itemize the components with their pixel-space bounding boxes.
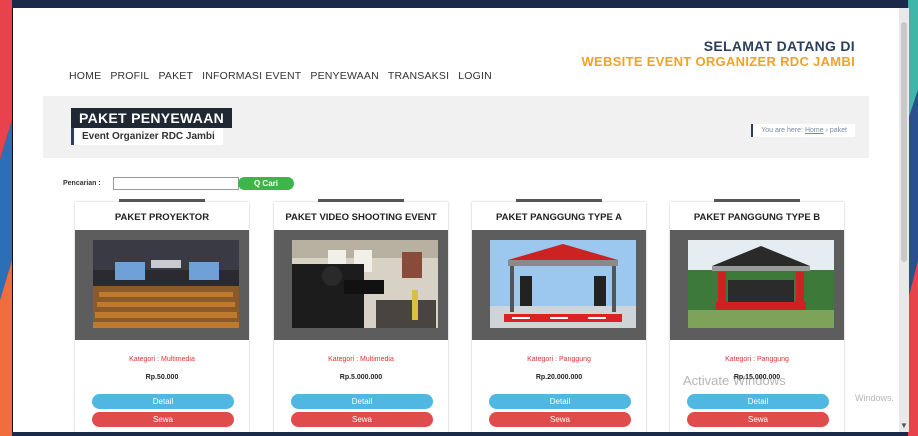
- main-nav: HOME PROFIL PAKET INFORMASI EVENT PENYEW…: [69, 70, 492, 82]
- card-category: Kategori : Multimedia: [129, 356, 195, 363]
- detail-button[interactable]: Detail: [687, 394, 829, 409]
- rent-button[interactable]: Sewa: [687, 412, 829, 427]
- stage-type-a-image: [490, 240, 636, 328]
- card-image-frame: [75, 230, 249, 340]
- card-category: Kategori : Panggung: [725, 356, 789, 363]
- nav-home[interactable]: HOME: [69, 70, 101, 82]
- search-input[interactable]: [113, 177, 239, 190]
- scroll-down-arrow-icon[interactable]: ▼: [900, 421, 908, 430]
- card-category: Kategori : Panggung: [527, 356, 591, 363]
- nav-profil[interactable]: PROFIL: [110, 70, 149, 82]
- nav-login[interactable]: LOGIN: [458, 70, 492, 82]
- card-title: PAKET PANGGUNG TYPE B: [693, 212, 821, 223]
- nav-paket[interactable]: PAKET: [158, 70, 193, 82]
- package-card: PAKET VIDEO SHOOTING EVENT Kategori : Mu…: [274, 199, 448, 432]
- card-title: PAKET PROYEKTOR: [114, 212, 210, 223]
- breadcrumb-current: paket: [829, 127, 847, 134]
- site-header: SELAMAT DATANG DI WEBSITE EVENT ORGANIZE…: [13, 8, 899, 96]
- detail-button[interactable]: Detail: [92, 394, 234, 409]
- package-card: PAKET PANGGUNG TYPE A Kategori : Panggun…: [472, 199, 646, 432]
- vertical-scrollbar[interactable]: ▼: [899, 8, 909, 432]
- page-banner: PAKET PENYEWAAN Event Organizer RDC Jamb…: [43, 96, 869, 158]
- search-button[interactable]: Q Cari: [238, 177, 294, 190]
- card-tab-accent: [318, 199, 404, 202]
- breadcrumb: You are here: Home › paket: [751, 124, 855, 137]
- card-tab-accent: [714, 199, 800, 202]
- breadcrumb-home-link[interactable]: Home: [805, 127, 824, 134]
- rent-button[interactable]: Sewa: [489, 412, 631, 427]
- detail-button[interactable]: Detail: [489, 394, 631, 409]
- video-shooting-image: [292, 240, 438, 328]
- card-image-frame: [274, 230, 448, 340]
- card-title: PAKET VIDEO SHOOTING EVENT: [285, 212, 437, 223]
- card-image-frame: [472, 230, 646, 340]
- card-price: Rp.50.000: [145, 374, 179, 381]
- stage-type-b-image: [688, 240, 834, 328]
- detail-button[interactable]: Detail: [291, 394, 433, 409]
- search-label: Pencarian :: [63, 180, 101, 187]
- package-card: PAKET PROYEKTOR Kategori: Multimedia Rp…: [75, 199, 249, 432]
- windows-activation-watermark: Activate Windows: [683, 373, 786, 388]
- card-image-frame: [670, 230, 844, 340]
- nav-transaksi[interactable]: TRANSAKSI: [388, 70, 449, 82]
- page-subtitle: Event Organizer RDC Jambi: [71, 128, 223, 145]
- welcome-site-name: WEBSITE EVENT ORGANIZER RDC JAMBI: [581, 54, 855, 69]
- rent-button[interactable]: Sewa: [92, 412, 234, 427]
- nav-informasi-event[interactable]: INFORMASI EVENT: [202, 70, 301, 82]
- package-card: PAKET PANGGUNG TYPE B Kategori : Panggun…: [670, 199, 844, 432]
- scrollbar-thumb[interactable]: [901, 22, 907, 262]
- card-price: Rp.20.000.000: [535, 374, 583, 381]
- nav-penyewaan[interactable]: PENYEWAAN: [310, 70, 379, 82]
- card-tab-accent: [516, 199, 602, 202]
- card-tab-accent: [119, 199, 205, 202]
- projector-room-image: [93, 240, 239, 328]
- card-category: Kategori : Multimedia: [328, 356, 394, 363]
- breadcrumb-separator: ›: [825, 127, 828, 134]
- windows-activation-watermark-sub: Windows.: [855, 393, 895, 403]
- page-title: PAKET PENYEWAAN: [71, 108, 233, 128]
- breadcrumb-prefix: You are here:: [761, 127, 803, 134]
- card-title: PAKET PANGGUNG TYPE A: [496, 212, 622, 223]
- rent-button[interactable]: Sewa: [291, 412, 433, 427]
- welcome-heading: SELAMAT DATANG DI: [703, 38, 855, 54]
- card-price: Rp.5.000.000: [339, 374, 383, 381]
- browser-viewport: SELAMAT DATANG DI WEBSITE EVENT ORGANIZE…: [12, 8, 909, 432]
